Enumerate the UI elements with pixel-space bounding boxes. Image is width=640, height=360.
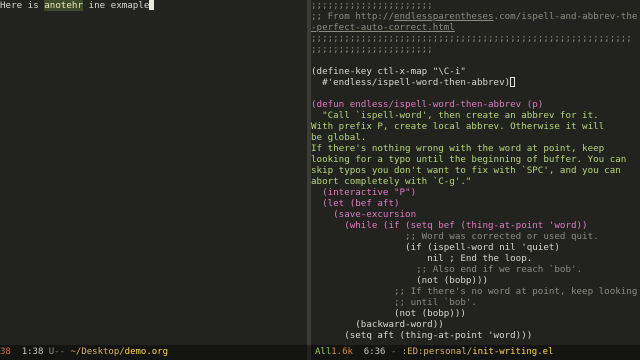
docstring-line: If there's nothing wrong with the word a… (311, 143, 605, 154)
window-number: 38 (0, 347, 11, 357)
text-cursor (149, 0, 155, 10)
url-link[interactable]: -perfect-auto-correct.html (311, 22, 455, 33)
url-link[interactable]: endlessparentheses (394, 11, 494, 22)
buffer-size: 1.6k (331, 347, 353, 357)
comment-line: ;; until `bob'. (311, 297, 477, 308)
mode-line-right[interactable]: All1.6k 6:36 - :ED:personal/init-writing… (311, 345, 640, 360)
comment-line: ;; Word was corrected or used quit. (311, 231, 599, 242)
code-line: (save-excursion (311, 209, 417, 220)
code-line: ;;;;;;;;;;;;;;;;;;;;;;;;;;;;;;;;;;;;;;;;… (311, 33, 632, 44)
buffer-directory: ~/Desktop/ (70, 347, 125, 357)
code-line: (not (bobp))) (311, 308, 466, 319)
buffer-state: - (390, 347, 397, 357)
code-line: nil ; End the loop. (311, 253, 533, 264)
docstring-line: skip typos you don't want to fix with `S… (311, 165, 621, 176)
highlighted-word: anotehr (44, 0, 83, 11)
code-line: (backward-word)) (311, 319, 444, 330)
buffer-state: U-- (48, 347, 66, 357)
left-editor-pane[interactable]: Here is anotehr ine exmaple (0, 0, 307, 345)
code-line: ;;;;;;;;;;;;;;;;;;;;;; (311, 44, 433, 55)
code-line: (let (bef aft) (311, 198, 400, 209)
code-line: ;;;;;;;;;;;;;;;;;;;;;; (311, 0, 433, 11)
buffer-name[interactable]: init-writing.el (472, 347, 553, 357)
code-line: (setq aft (thing-at-point 'word))) (311, 330, 533, 341)
comment-line: ;; If there's no word at point, keep loo… (311, 286, 638, 297)
buffer-directory: :ED:personal/ (401, 347, 473, 357)
code-line: #'endless/ispell-word-then-abbrev) (311, 77, 640, 88)
docstring-line: abort completely with `C-g'." (311, 176, 472, 187)
buffer-name[interactable]: demo.org (125, 347, 168, 357)
cursor-position: 1:38 (21, 347, 44, 357)
position-indicator: All (315, 347, 332, 357)
code-line: (define-key ctl-x-map "\C-i" (311, 66, 466, 77)
inactive-cursor (510, 77, 516, 87)
docstring-line: With prefix P, create local abbrev. Othe… (311, 121, 605, 132)
code-line: -perfect-auto-correct.html (311, 22, 640, 33)
comment-line: ;; Also end if we reach `bob'. (311, 264, 583, 275)
code-line: ;; From http://endlessparentheses.com/is… (311, 11, 638, 22)
docstring-line: "Call `ispell-word', then create an abbr… (311, 110, 599, 121)
code-line: (if (ispell-word nil 'quiet) (311, 242, 560, 253)
mode-line-left[interactable]: 38 1:38 U-- ~/Desktop/demo.org (0, 345, 307, 360)
docstring-line: looking for a typo until the beginning o… (311, 154, 627, 165)
right-editor-pane[interactable]: ;;;;;;;;;;;;;;;;;;;;;; ;; From http://en… (311, 0, 640, 345)
cursor-position: 6:36 (363, 347, 386, 357)
left-buffer-line: Here is anotehr ine exmaple (0, 0, 307, 11)
code-line: (not (bobp))) (311, 275, 489, 286)
code-line: (while (if (setq bef (thing-at-point 'wo… (311, 220, 588, 231)
docstring-line: be global. (311, 132, 367, 143)
code-line: (defun endless/ispell-word-then-abbrev (… (311, 99, 544, 110)
code-line: (interactive "P") (311, 187, 417, 198)
